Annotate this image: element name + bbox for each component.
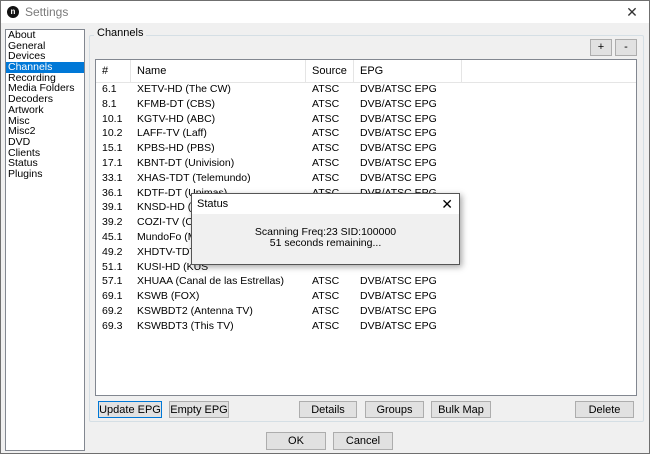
channel-number: 36.1: [102, 186, 123, 199]
settings-window: n Settings ✕ About General Devices Channels…: [0, 0, 650, 454]
time-remaining-text: 51 seconds remaining...: [269, 237, 382, 249]
sidebar-item-plugins[interactable]: Plugins: [6, 169, 84, 180]
channel-number: 57.1: [102, 275, 123, 288]
channel-name: KBNT-DT (Univision): [137, 156, 235, 169]
channel-name: KPBS-HD (PBS): [137, 142, 215, 155]
details-button[interactable]: Details: [299, 401, 357, 418]
close-icon[interactable]: ✕: [615, 1, 649, 23]
channel-number: 39.1: [102, 201, 123, 214]
channel-name: XHAS-TDT (Telemundo): [137, 171, 251, 184]
channel-source: ATSC: [312, 304, 340, 317]
channel-name: XHUAA (Canal de las Estrellas): [137, 275, 285, 288]
table-row[interactable]: 10.1 KGTV-HD (ABC) ATSC DVB/ATSC EPG: [96, 112, 636, 127]
table-row[interactable]: 57.1 XHUAA (Canal de las Estrellas) ATSC DV…: [96, 274, 636, 289]
channel-epg: DVB/ATSC EPG: [360, 142, 437, 155]
channel-source: ATSC: [312, 127, 340, 140]
channel-epg: DVB/ATSC EPG: [360, 290, 437, 303]
table-row[interactable]: 10.2 LAFF-TV (Laff) ATSC DVB/ATSC EPG: [96, 126, 636, 141]
app-icon: n: [7, 6, 19, 18]
channel-number: 33.1: [102, 171, 123, 184]
channel-source: ATSC: [312, 112, 340, 125]
channel-source: ATSC: [312, 319, 340, 332]
remove-channel-button[interactable]: -: [615, 39, 637, 56]
sidebar-item-artwork[interactable]: Artwork: [6, 105, 84, 116]
delete-button[interactable]: Delete: [575, 401, 634, 418]
status-dialog: Status ✕ Scanning Freq:23 SID:100000 51 …: [191, 193, 460, 265]
channel-number: 6.1: [102, 83, 117, 95]
channel-source: ATSC: [312, 171, 340, 184]
table-row[interactable]: 69.3 KSWBDT3 (This TV) ATSC DVB/ATSC EPG: [96, 319, 636, 334]
table-row[interactable]: 69.1 KSWB (FOX) ATSC DVB/ATSC EPG: [96, 289, 636, 304]
channel-name: XETV-HD (The CW): [137, 83, 231, 95]
channel-source: ATSC: [312, 275, 340, 288]
channel-name: KFMB-DT (CBS): [137, 97, 215, 110]
channel-number: 49.2: [102, 245, 123, 258]
channels-list-header: # Name Source EPG: [96, 60, 636, 83]
channel-epg: DVB/ATSC EPG: [360, 83, 437, 95]
channel-name: LAFF-TV (Laff): [137, 127, 207, 140]
channel-name: KSWB (FOX): [137, 290, 200, 303]
empty-epg-button[interactable]: Empty EPG: [169, 401, 229, 418]
channel-source: ATSC: [312, 97, 340, 110]
column-header-number[interactable]: #: [96, 60, 131, 82]
table-row[interactable]: 15.1 KPBS-HD (PBS) ATSC DVB/ATSC EPG: [96, 141, 636, 156]
channel-source: ATSC: [312, 83, 340, 95]
channel-epg: DVB/ATSC EPG: [360, 275, 437, 288]
channels-group-label: Channels: [94, 27, 147, 39]
channel-name: KGTV-HD (ABC): [137, 112, 216, 125]
channel-epg: DVB/ATSC EPG: [360, 319, 437, 332]
status-dialog-title-bar: Status ✕: [192, 194, 459, 214]
channel-epg: DVB/ATSC EPG: [360, 112, 437, 125]
column-header-name[interactable]: Name: [131, 60, 306, 82]
status-dialog-title: Status: [197, 198, 229, 210]
channel-number: 51.1: [102, 260, 123, 273]
channel-source: ATSC: [312, 290, 340, 303]
table-row[interactable]: 69.2 KSWBDT2 (Antenna TV) ATSC DVB/ATSC EPG: [96, 304, 636, 319]
column-header-source[interactable]: Source: [306, 60, 354, 82]
table-row[interactable]: 8.1 KFMB-DT (CBS) ATSC DVB/ATSC EPG: [96, 97, 636, 112]
channel-source: ATSC: [312, 142, 340, 155]
window-title: Settings: [25, 5, 69, 19]
channel-number: 69.1: [102, 290, 123, 303]
channel-epg: DVB/ATSC EPG: [360, 127, 437, 140]
cancel-button[interactable]: Cancel: [333, 432, 393, 450]
channel-source: ATSC: [312, 156, 340, 169]
channel-epg: DVB/ATSC EPG: [360, 171, 437, 184]
channel-epg: DVB/ATSC EPG: [360, 97, 437, 110]
add-channel-button[interactable]: +: [590, 39, 612, 56]
channel-name: KSWBDT3 (This TV): [137, 319, 234, 332]
close-icon[interactable]: ✕: [441, 195, 453, 213]
column-header-epg[interactable]: EPG: [354, 60, 462, 82]
channel-number: 10.1: [102, 112, 123, 125]
channel-number: 17.1: [102, 156, 123, 169]
channel-name: KSWBDT2 (Antenna TV): [137, 304, 253, 317]
table-row[interactable]: 17.1 KBNT-DT (Univision) ATSC DVB/ATSC EPG: [96, 156, 636, 171]
channel-number: 45.1: [102, 230, 123, 243]
bulk-map-button[interactable]: Bulk Map: [431, 401, 491, 418]
table-row[interactable]: 6.1 XETV-HD (The CW) ATSC DVB/ATSC EPG: [96, 82, 636, 97]
channel-number: 69.2: [102, 304, 123, 317]
channel-epg: DVB/ATSC EPG: [360, 156, 437, 169]
ok-button[interactable]: OK: [266, 432, 326, 450]
channel-number: 15.1: [102, 142, 123, 155]
groups-button[interactable]: Groups: [365, 401, 424, 418]
channel-epg: DVB/ATSC EPG: [360, 304, 437, 317]
settings-category-list[interactable]: About General Devices Channels Recording Medi…: [5, 29, 85, 451]
table-row[interactable]: 33.1 XHAS-TDT (Telemundo) ATSC DVB/ATSC EPG: [96, 171, 636, 186]
channel-number: 69.3: [102, 319, 123, 332]
title-bar: n Settings ✕: [1, 1, 649, 23]
channel-number: 8.1: [102, 97, 117, 110]
update-epg-button[interactable]: Update EPG: [98, 401, 162, 418]
channel-number: 10.2: [102, 127, 123, 140]
channel-number: 39.2: [102, 216, 123, 229]
sidebar-item-dvd[interactable]: DVD: [6, 137, 84, 148]
